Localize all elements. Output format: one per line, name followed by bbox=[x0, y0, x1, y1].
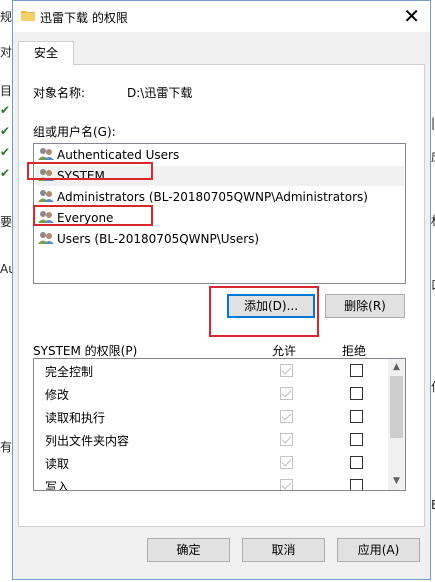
groups-label: 组或用户名(G): bbox=[33, 125, 116, 139]
list-item-label: Users (BL-20180705QWNP\Users) bbox=[57, 232, 260, 246]
permissions-scrollbar[interactable]: ▲ ▼ bbox=[388, 359, 405, 490]
bg-fragment: 要 bbox=[0, 215, 13, 229]
permission-row: 读取和执行 bbox=[34, 406, 386, 429]
scroll-thumb[interactable] bbox=[390, 376, 403, 438]
scroll-up-icon[interactable]: ▲ bbox=[388, 359, 405, 376]
window-title: 迅雷下载 的权限 bbox=[40, 11, 128, 25]
allow-checkbox bbox=[280, 433, 293, 446]
bg-fragment: 口 bbox=[431, 276, 435, 293]
list-item[interactable]: Authenticated Users bbox=[38, 145, 179, 165]
allow-checkbox bbox=[280, 479, 293, 490]
deny-checkbox[interactable] bbox=[350, 433, 363, 446]
deny-checkbox[interactable] bbox=[350, 387, 363, 400]
deny-checkbox[interactable] bbox=[350, 479, 363, 490]
users-icon bbox=[38, 148, 54, 160]
security-panel: 对象名称: D:\迅雷下载 组或用户名(G): Authenticated Us… bbox=[18, 64, 425, 527]
users-icon bbox=[38, 190, 54, 202]
permission-row: 修改 bbox=[34, 383, 386, 406]
allow-checkbox bbox=[280, 410, 293, 423]
bg-fragment: 应 bbox=[431, 148, 435, 165]
bg-fragment: ✔ bbox=[0, 124, 11, 138]
bg-fragment: 目 bbox=[0, 84, 13, 98]
list-item[interactable]: Everyone bbox=[38, 208, 113, 228]
bg-fragment: 规 bbox=[0, 10, 13, 24]
list-item[interactable]: Users (BL-20180705QWNP\Users) bbox=[38, 229, 259, 249]
close-button[interactable]: ✕ bbox=[403, 4, 420, 28]
allow-checkbox bbox=[280, 456, 293, 469]
bg-fragment: E bbox=[431, 498, 435, 512]
permission-name: 写入 bbox=[45, 480, 70, 491]
permission-name: 修改 bbox=[45, 388, 70, 402]
list-item-label: Administrators (BL-20180705QWNP\Administ… bbox=[57, 190, 368, 204]
allow-checkbox bbox=[280, 387, 293, 400]
ok-button[interactable]: 确定 bbox=[147, 538, 230, 562]
add-button[interactable]: 添加(D)... bbox=[227, 294, 315, 318]
list-item[interactable]: Administrators (BL-20180705QWNP\Administ… bbox=[38, 187, 368, 207]
bg-fragment: ✔ bbox=[0, 103, 11, 117]
bg-fragment: ✔ bbox=[0, 166, 11, 180]
cancel-button[interactable]: 取消 bbox=[242, 538, 325, 562]
background-window-left: 规 对 目 ✔ ✔ ✔ ✔ 要 Au 有 bbox=[0, 0, 16, 582]
bg-fragment: | bbox=[431, 116, 435, 130]
permission-name: 列出文件夹内容 bbox=[45, 434, 130, 448]
users-icon bbox=[38, 232, 54, 244]
permissions-label: SYSTEM 的权限(P) bbox=[33, 344, 138, 358]
title-bar: 迅雷下载 的权限 ✕ bbox=[13, 1, 430, 32]
users-icon bbox=[38, 169, 54, 181]
permission-name: 读取和执行 bbox=[45, 411, 106, 425]
list-item-selected[interactable]: SYSTEM bbox=[35, 166, 404, 186]
object-name-value: D:\迅雷下载 bbox=[127, 86, 193, 100]
list-item-label: SYSTEM bbox=[57, 169, 105, 183]
permissions-list: 完全控制 修改 读取和执行 列出文件夹内容 读取 写入 ▲ ▼ bbox=[33, 358, 406, 491]
bg-fragment: ✔ bbox=[0, 145, 11, 159]
allow-column-header: 允许 bbox=[272, 344, 297, 358]
permissions-dialog: 迅雷下载 的权限 ✕ 安全 对象名称: D:\迅雷下载 组或用户名(G): Au… bbox=[12, 0, 431, 580]
bg-fragment: 对 bbox=[0, 45, 13, 59]
list-item-label: Authenticated Users bbox=[57, 148, 180, 162]
tab-label: 安全 bbox=[33, 46, 58, 60]
deny-column-header: 拒绝 bbox=[342, 344, 367, 358]
apply-button[interactable]: 应用(A) bbox=[337, 538, 420, 562]
object-name-label: 对象名称: bbox=[33, 86, 86, 100]
allow-checkbox bbox=[280, 364, 293, 377]
background-window-right: | 应 权 口 作 E bbox=[431, 0, 435, 582]
permission-row: 完全控制 bbox=[34, 360, 386, 383]
users-icon bbox=[38, 211, 54, 223]
bg-fragment: 权 bbox=[431, 212, 435, 229]
permission-name: 读取 bbox=[45, 457, 70, 471]
bg-fragment: 作 bbox=[431, 378, 435, 395]
deny-checkbox[interactable] bbox=[350, 456, 363, 469]
deny-checkbox[interactable] bbox=[350, 410, 363, 423]
permission-row: 列出文件夹内容 bbox=[34, 429, 386, 452]
permission-name: 完全控制 bbox=[45, 365, 94, 379]
tab-security[interactable]: 安全 bbox=[18, 41, 74, 65]
group-user-list[interactable]: Authenticated Users SYSTEM Administrator… bbox=[33, 143, 406, 284]
folder-icon bbox=[21, 11, 35, 21]
bg-fragment: 有 bbox=[0, 440, 13, 454]
deny-checkbox[interactable] bbox=[350, 364, 363, 377]
remove-button[interactable]: 删除(R) bbox=[325, 294, 405, 318]
scroll-down-icon[interactable]: ▼ bbox=[388, 473, 405, 490]
permission-row: 写入 bbox=[34, 475, 386, 491]
permission-row: 读取 bbox=[34, 452, 386, 475]
list-item-label: Everyone bbox=[57, 211, 114, 225]
